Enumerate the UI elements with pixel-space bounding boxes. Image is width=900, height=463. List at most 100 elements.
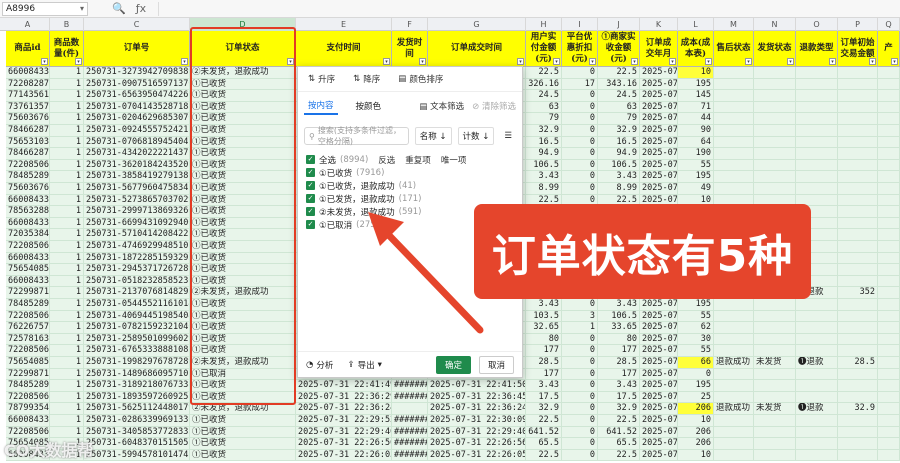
table-cell[interactable]: 0 [562, 136, 598, 149]
table-cell[interactable] [796, 415, 838, 427]
column-letter-q[interactable]: Q [878, 18, 900, 31]
table-cell[interactable]: 90 [678, 125, 714, 137]
table-cell[interactable] [796, 310, 838, 323]
table-cell[interactable]: ①已收货 [190, 310, 296, 323]
table-cell[interactable]: 8.99 [598, 183, 640, 195]
table-cell[interactable]: 250731-669943109294009 [84, 217, 190, 230]
table-cell[interactable] [714, 148, 754, 160]
table-cell[interactable] [714, 171, 754, 183]
table-cell[interactable] [838, 380, 878, 392]
table-cell[interactable]: 2025-07 [640, 368, 678, 381]
table-cell[interactable]: 0 [562, 357, 598, 369]
table-cell[interactable]: 30 [678, 333, 714, 346]
table-cell[interactable]: 106.5 [526, 159, 562, 172]
table-cell[interactable]: 79 [598, 113, 640, 125]
table-cell[interactable]: 250731-051823285852364 [84, 275, 190, 288]
table-cell[interactable]: ######## [392, 380, 428, 392]
table-cell[interactable]: 1 [50, 125, 84, 137]
table-cell[interactable]: 250731-294537172672896 [84, 264, 190, 276]
table-cell[interactable]: 2025-07 [640, 113, 678, 125]
table-cell[interactable]: 195 [678, 78, 714, 91]
table-cell[interactable]: 1 [50, 287, 84, 299]
table-cell[interactable] [392, 403, 428, 415]
table-cell[interactable]: 72208506 [6, 345, 50, 357]
table-cell[interactable]: 72208506 [6, 310, 50, 323]
sort-by-name-button[interactable]: 名称 ↓ [414, 127, 452, 145]
table-cell[interactable]: 2025-07-31 22:36:45 [428, 391, 526, 404]
table-cell[interactable] [714, 310, 754, 323]
table-cell[interactable] [878, 310, 900, 323]
table-cell[interactable]: 80 [598, 333, 640, 346]
table-cell[interactable]: 250731-567796047583452 [84, 183, 190, 195]
table-cell[interactable]: 78466287 [6, 148, 50, 160]
table-cell[interactable]: ❶退款 [796, 403, 838, 415]
table-cell[interactable] [714, 113, 754, 125]
table-cell[interactable]: ①已收货 [190, 217, 296, 230]
table-cell[interactable]: 17.5 [526, 391, 562, 404]
table-cell[interactable]: 2025-07 [640, 380, 678, 392]
table-cell[interactable]: 32.9 [526, 125, 562, 137]
table-cell[interactable] [838, 194, 878, 207]
header-cell[interactable]: 订单成交年月 ▾ [640, 31, 678, 67]
header-cell[interactable]: 订单成交时间 ▾ [428, 31, 526, 67]
table-cell[interactable]: 退款成功 [714, 403, 754, 415]
table-cell[interactable]: 0 [562, 159, 598, 172]
table-cell[interactable]: 63 [526, 101, 562, 114]
table-cell[interactable]: 17 [562, 78, 598, 91]
table-cell[interactable]: 177 [598, 345, 640, 357]
table-cell[interactable]: 177 [598, 368, 640, 381]
table-cell[interactable]: 78799354 [6, 403, 50, 415]
table-cell[interactable]: 2025-07-31 22:26:56 [296, 438, 392, 450]
table-cell[interactable]: 2025-07 [640, 449, 678, 462]
table-cell[interactable]: 2025-07 [640, 136, 678, 149]
table-cell[interactable]: 177 [526, 345, 562, 357]
table-cell[interactable]: 2025-07 [640, 299, 678, 311]
table-cell[interactable]: 1 [50, 368, 84, 381]
table-cell[interactable]: 1 [50, 171, 84, 183]
table-cell[interactable]: 0 [562, 183, 598, 195]
table-cell[interactable]: 1 [50, 217, 84, 230]
table-cell[interactable]: 未发货 [754, 357, 796, 369]
table-cell[interactable]: 0 [562, 67, 598, 79]
table-cell[interactable]: ①已收货 [190, 136, 296, 149]
table-cell[interactable]: 1 [50, 391, 84, 404]
column-letter-o[interactable]: O [796, 18, 838, 31]
table-cell[interactable]: 0 [562, 333, 598, 346]
table-cell[interactable]: ①已收货 [190, 333, 296, 346]
filter-dropdown-icon[interactable]: ▾ [287, 58, 294, 65]
table-cell[interactable] [754, 171, 796, 183]
table-cell[interactable]: ①已收货 [190, 438, 296, 450]
table-cell[interactable]: ①已收货 [190, 206, 296, 218]
table-cell[interactable]: 343.16 [598, 78, 640, 91]
table-cell[interactable]: 1 [50, 136, 84, 149]
table-cell[interactable]: ①已收货 [190, 264, 296, 276]
tab-by-content[interactable]: 按内容 [304, 97, 338, 115]
table-cell[interactable]: 66008433 [6, 217, 50, 230]
table-cell[interactable] [754, 125, 796, 137]
table-cell[interactable]: 24.5 [598, 90, 640, 102]
table-cell[interactable]: 0 [562, 148, 598, 160]
export-button[interactable]: ⇪ 导出 ▾ [347, 359, 381, 371]
table-cell[interactable]: 66008433 [6, 67, 50, 79]
header-cell[interactable]: 退款类型 ▾ [796, 31, 838, 67]
column-letter-m[interactable]: M [714, 18, 754, 31]
table-cell[interactable] [878, 136, 900, 149]
table-cell[interactable]: 退款成功 [714, 357, 754, 369]
table-cell[interactable]: 1 [50, 148, 84, 160]
header-cell[interactable]: 产 ▾ [878, 31, 900, 67]
table-cell[interactable] [838, 368, 878, 381]
table-cell[interactable] [796, 438, 838, 450]
table-cell[interactable]: 250731-189359726092581 [84, 391, 190, 404]
table-cell[interactable]: 177 [526, 368, 562, 381]
table-cell[interactable]: 80 [526, 333, 562, 346]
table-cell[interactable]: 0 [562, 299, 598, 311]
table-cell[interactable]: 78485289 [6, 380, 50, 392]
sort-color-button[interactable]: ▤ 颜色排序 [398, 73, 443, 85]
checkbox-checked-icon[interactable]: ✓ [306, 168, 315, 177]
table-cell[interactable] [714, 426, 754, 439]
filter-dropdown-icon[interactable]: ▾ [41, 58, 48, 65]
table-cell[interactable] [714, 345, 754, 357]
table-cell[interactable] [878, 67, 900, 79]
table-cell[interactable] [838, 449, 878, 462]
table-cell[interactable]: 16.5 [598, 136, 640, 149]
